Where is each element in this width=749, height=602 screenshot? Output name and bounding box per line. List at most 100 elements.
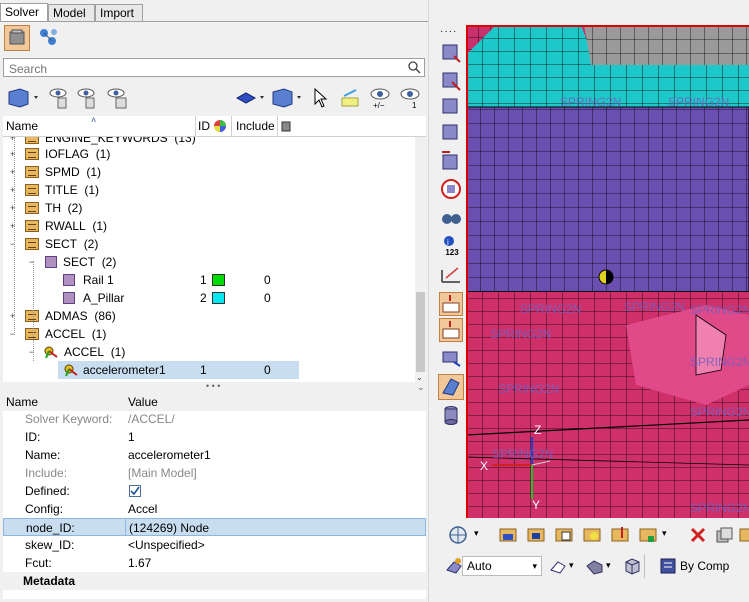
tree-row[interactable]: + TH (2) bbox=[3, 199, 415, 217]
column-header-name[interactable]: Name ˄ bbox=[3, 115, 195, 137]
metadata-section[interactable]: Metadata bbox=[3, 572, 426, 590]
scrollbar-thumb[interactable] bbox=[416, 292, 425, 372]
show-hide-toggle-icon[interactable]: +/− bbox=[368, 86, 392, 110]
label-abc-button-2[interactable] bbox=[439, 318, 463, 342]
color-mode-label[interactable]: By Comp bbox=[680, 559, 729, 573]
column-header-include[interactable]: Include bbox=[231, 116, 278, 137]
tab-import[interactable]: Import bbox=[95, 4, 143, 21]
dropdown-arrow-icon[interactable]: ▾ bbox=[569, 560, 574, 571]
tab-solver[interactable]: Solver ✕ bbox=[0, 3, 48, 36]
splitter[interactable]: • • • ⌄ bbox=[0, 382, 428, 392]
tree-scrollbar[interactable]: ⌄ bbox=[415, 137, 426, 382]
feature-mode-icon[interactable] bbox=[584, 556, 604, 576]
tree-row-selected[interactable]: accelerometer1 1 0 bbox=[58, 361, 299, 379]
show-one-icon[interactable]: 1 bbox=[398, 86, 422, 110]
highlight-icon[interactable] bbox=[338, 86, 362, 110]
column-header-extra[interactable] bbox=[277, 116, 416, 137]
cursor-icon[interactable] bbox=[312, 87, 328, 109]
no-select-icon[interactable] bbox=[440, 178, 462, 200]
tree-row[interactable]: Rail 1 1 0 bbox=[3, 271, 415, 289]
property-row[interactable]: Defined: bbox=[3, 482, 426, 500]
property-value[interactable]: Accel bbox=[128, 500, 157, 518]
pan-view-icon[interactable] bbox=[440, 122, 462, 144]
zoom-window-icon[interactable] bbox=[440, 70, 462, 92]
keyword-folder-icon bbox=[25, 184, 39, 196]
dropdown-arrow-icon[interactable]: ▾ bbox=[606, 560, 611, 571]
solver-browser-button[interactable] bbox=[4, 25, 30, 51]
search-input[interactable] bbox=[7, 60, 406, 77]
tree-row[interactable]: − SECT (2) bbox=[3, 235, 415, 253]
component-folder-icon[interactable] bbox=[498, 524, 518, 544]
duplicate-icon[interactable] bbox=[714, 525, 734, 545]
isolate-icon[interactable] bbox=[106, 86, 130, 110]
view-orientation-icon[interactable] bbox=[448, 525, 468, 545]
property-value[interactable]: 1 bbox=[128, 428, 135, 446]
property-value[interactable]: <Unspecified> bbox=[128, 536, 205, 554]
scroll-down-icon[interactable]: ⌄ bbox=[416, 373, 423, 382]
tree-row[interactable]: + ADMAS (86) bbox=[3, 307, 415, 325]
tab-model[interactable]: Model bbox=[48, 4, 95, 21]
solid-cube-icon[interactable] bbox=[622, 556, 642, 576]
property-value[interactable]: 1.67 bbox=[128, 554, 151, 572]
active-view-button[interactable] bbox=[438, 374, 464, 400]
entity-id-button[interactable]: i 123 bbox=[439, 235, 465, 261]
tree-row[interactable]: + RWALL (1) bbox=[3, 217, 415, 235]
component-highlight-icon[interactable] bbox=[582, 524, 602, 544]
property-value[interactable]: (124269) Node bbox=[129, 519, 209, 537]
tree-row[interactable]: A_Pillar 2 0 bbox=[3, 289, 415, 307]
rotate-view-icon[interactable] bbox=[440, 96, 462, 118]
property-row[interactable]: Solver Keyword: /ACCEL/ bbox=[3, 410, 426, 428]
color-swatch[interactable] bbox=[212, 292, 225, 304]
property-row[interactable]: Name: accelerometer1 bbox=[3, 446, 426, 464]
property-row[interactable]: ID: 1 bbox=[3, 428, 426, 446]
defined-checkbox[interactable] bbox=[129, 485, 141, 497]
zoom-out-icon[interactable] bbox=[440, 150, 462, 172]
color-swatch[interactable] bbox=[212, 274, 225, 286]
component-element-icon[interactable] bbox=[554, 524, 574, 544]
component-solid-icon[interactable] bbox=[526, 524, 546, 544]
mask-icon[interactable] bbox=[234, 86, 268, 110]
delete-icon[interactable] bbox=[688, 525, 708, 545]
color-by-comp-icon[interactable] bbox=[658, 556, 678, 576]
transform-icon[interactable] bbox=[440, 346, 462, 368]
display-mode-select[interactable]: Auto ▾ bbox=[462, 556, 542, 576]
tree-row-label: ACCEL (1) bbox=[45, 327, 107, 341]
measure-icon[interactable] bbox=[440, 264, 462, 286]
tree-row[interactable]: + TITLE (1) bbox=[3, 181, 415, 199]
panel-separator[interactable] bbox=[428, 0, 436, 602]
display-icon[interactable] bbox=[270, 86, 304, 110]
wire-mode-icon[interactable] bbox=[548, 556, 568, 576]
hierarchy-button[interactable] bbox=[36, 25, 62, 51]
cylinder-db-icon[interactable] bbox=[440, 404, 462, 426]
tree-row[interactable]: + IOFLAG (1) bbox=[3, 145, 415, 163]
tree-row[interactable]: + SPMD (1) bbox=[3, 163, 415, 181]
tree-row[interactable]: − ACCEL (1) bbox=[3, 325, 415, 343]
column-header-id[interactable]: ID bbox=[195, 116, 232, 137]
property-row-selected[interactable]: node_ID: (124269) Node bbox=[3, 518, 426, 536]
entity-type-icon[interactable] bbox=[6, 86, 40, 110]
binoculars-icon[interactable] bbox=[440, 206, 462, 228]
show-icon[interactable] bbox=[48, 86, 70, 110]
property-row[interactable]: skew_ID: <Unspecified> bbox=[3, 536, 426, 554]
shade-mode-icon[interactable] bbox=[444, 556, 464, 576]
component-more-icon[interactable] bbox=[738, 524, 749, 544]
property-row[interactable]: Config: Accel bbox=[3, 500, 426, 518]
scroll-down-arrow-icon[interactable]: ⌄ bbox=[417, 383, 425, 392]
component-load-icon[interactable] bbox=[610, 524, 630, 544]
label-abc-button[interactable] bbox=[439, 292, 463, 316]
property-row[interactable]: Include: [Main Model] bbox=[3, 464, 426, 482]
graphics-viewport[interactable]: SPRING2N SPRING2N SPRING2N SPRING2N SPRI… bbox=[466, 25, 749, 518]
tree-row[interactable]: − ACCEL (1) bbox=[3, 343, 415, 361]
dropdown-arrow-icon[interactable]: ▾ bbox=[474, 528, 479, 539]
dropdown-arrow-icon[interactable]: ▾ bbox=[662, 528, 667, 539]
splitter-grip-icon[interactable]: • • • bbox=[206, 382, 220, 391]
tree-row[interactable]: − SECT (2) bbox=[3, 253, 415, 271]
property-value[interactable]: accelerometer1 bbox=[128, 446, 211, 464]
property-row[interactable]: Fcut: 1.67 bbox=[3, 554, 426, 572]
search-icon[interactable] bbox=[408, 61, 421, 74]
hide-icon[interactable] bbox=[76, 86, 98, 110]
component-config-icon[interactable] bbox=[638, 524, 658, 544]
fit-view-icon[interactable] bbox=[440, 42, 462, 64]
chevron-down-icon[interactable]: ▾ bbox=[532, 557, 537, 575]
search-box[interactable] bbox=[3, 58, 425, 77]
